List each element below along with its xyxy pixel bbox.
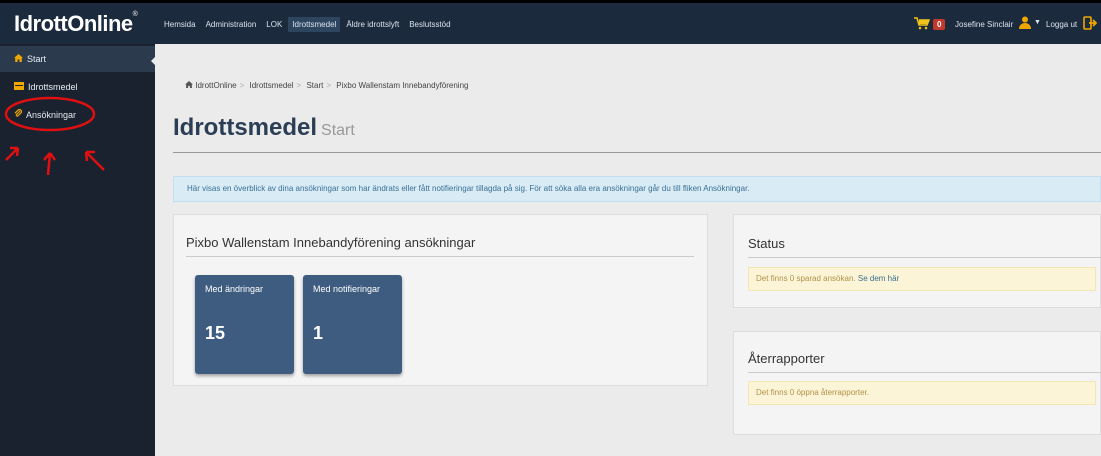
page-title: Idrottsmedel Start bbox=[173, 114, 355, 141]
panel-title: Pixbo Wallenstam Innebandyförening ansök… bbox=[186, 235, 476, 250]
tile-value: 15 bbox=[205, 323, 226, 343]
breadcrumb-item-start[interactable]: Start bbox=[306, 81, 323, 90]
sidebar-item-label: Idrottsmedel bbox=[28, 82, 78, 92]
panel-title: Återrapporter bbox=[748, 351, 825, 366]
logout-link[interactable]: Logga ut bbox=[1046, 20, 1077, 29]
info-alert: Här visas en överblick av dina ansökning… bbox=[173, 176, 1101, 202]
divider bbox=[186, 256, 694, 257]
sidebar: Start Idrottsmedel Ansökningar bbox=[0, 44, 155, 456]
tile-value: 1 bbox=[313, 323, 324, 343]
breadcrumb: IdrottOnline > Idrottsmedel > Start > Pixbo… bbox=[185, 81, 468, 90]
nav-lok[interactable]: LOK bbox=[262, 17, 286, 32]
home-icon bbox=[14, 46, 23, 72]
logout-icon[interactable] bbox=[1083, 16, 1098, 33]
tile-label: Med ändringar bbox=[205, 284, 264, 294]
top-navbar: IdrottOnline® Hemsida Administration LOK… bbox=[0, 0, 1101, 44]
user-name[interactable]: Josefine Sinclair bbox=[955, 20, 1013, 29]
sidebar-item-idrottsmedel[interactable]: Idrottsmedel bbox=[0, 74, 155, 100]
page-subtitle: Start bbox=[321, 122, 355, 139]
panel-title: Status bbox=[748, 236, 785, 251]
home-icon bbox=[185, 81, 195, 90]
status-warning: Det finns 0 sparad ansökan. Se dem här bbox=[748, 267, 1096, 291]
paperclip-icon bbox=[14, 102, 22, 128]
nav-administration[interactable]: Administration bbox=[202, 17, 261, 32]
cart-count-badge: 0 bbox=[933, 19, 946, 30]
tile-label: Med notifieringar bbox=[313, 284, 381, 294]
breadcrumb-item-home[interactable]: IdrottOnline bbox=[195, 81, 236, 90]
nav-hemsida[interactable]: Hemsida bbox=[160, 17, 200, 32]
user-icon[interactable] bbox=[1018, 15, 1032, 29]
divider bbox=[748, 372, 1101, 373]
see-saved-link[interactable]: Se dem här bbox=[858, 274, 899, 283]
sidebar-item-ansokningar[interactable]: Ansökningar bbox=[0, 102, 155, 128]
logo[interactable]: IdrottOnline® bbox=[14, 11, 138, 37]
sidebar-active-notch bbox=[151, 54, 158, 68]
nav-idrottsmedel[interactable]: Idrottsmedel bbox=[288, 17, 341, 32]
cart-icon[interactable] bbox=[914, 17, 931, 33]
breadcrumb-item-idrottsmedel[interactable]: Idrottsmedel bbox=[250, 81, 294, 90]
reports-warning: Det finns 0 öppna återrapporter. bbox=[748, 381, 1096, 405]
notifications-tile[interactable]: Med notifieringar 1 bbox=[303, 275, 402, 374]
status-panel: Status Det finns 0 sparad ansökan. Se de… bbox=[733, 214, 1101, 308]
nav-beslutsstod[interactable]: Beslutsstöd bbox=[405, 17, 454, 32]
sidebar-item-start[interactable]: Start bbox=[0, 46, 155, 72]
changes-tile[interactable]: Med ändringar 15 bbox=[195, 275, 294, 374]
chevron-down-icon[interactable]: ▼ bbox=[1034, 19, 1041, 26]
reports-panel: Återrapporter Det finns 0 öppna återrapp… bbox=[733, 331, 1101, 435]
sidebar-item-label: Ansökningar bbox=[26, 110, 77, 120]
breadcrumb-item-current: Pixbo Wallenstam Innebandyförening bbox=[336, 81, 469, 90]
divider bbox=[748, 257, 1101, 258]
applications-panel: Pixbo Wallenstam Innebandyförening ansök… bbox=[173, 214, 708, 386]
divider bbox=[173, 152, 1101, 153]
top-nav: Hemsida Administration LOK Idrottsmedel … bbox=[160, 17, 457, 32]
sidebar-item-label: Start bbox=[27, 54, 47, 64]
nav-aldre-idrottslyft[interactable]: Äldre idrottslyft bbox=[342, 17, 403, 32]
folder-icon bbox=[14, 74, 24, 100]
